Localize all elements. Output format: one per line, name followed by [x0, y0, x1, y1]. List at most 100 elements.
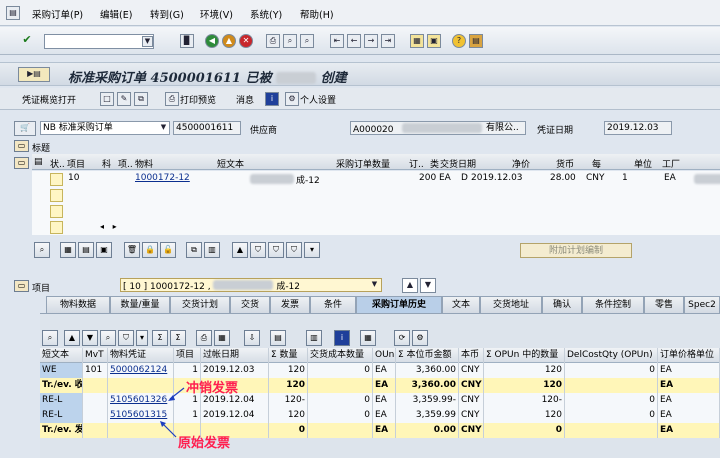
lock-icon[interactable]: 🔒	[142, 242, 158, 258]
hcol-order-price-unit[interactable]: 订单价格单位	[658, 348, 720, 363]
prev-item-icon[interactable]: ▲	[402, 278, 418, 293]
col-select-all-icon[interactable]: ▤	[34, 157, 43, 167]
history-export-icon[interactable]: ⇩	[244, 330, 260, 346]
hcol-mat-doc[interactable]: 物料凭证	[108, 348, 174, 363]
menu-environment[interactable]: 环境(V)	[200, 7, 233, 21]
items-expand-icon[interactable]: ▭	[14, 157, 29, 169]
history-config-icon[interactable]: ▦	[360, 330, 376, 346]
history-row[interactable]: RE-L 5105601326 1 2019.12.04 120- 0 EA 3,359.99…	[40, 393, 720, 408]
filter-icon[interactable]: ⛉	[250, 242, 266, 258]
hcol-posting-date[interactable]: 过帐日期	[201, 348, 269, 363]
col-per[interactable]: 每	[592, 157, 601, 170]
item-material-link[interactable]: 1000172-12	[135, 173, 190, 183]
col-account[interactable]: 科	[102, 157, 111, 170]
hcol-qty[interactable]: Σ 数量	[269, 348, 308, 363]
tab-delivery-address[interactable]: 交货地址	[480, 296, 542, 313]
history-cell-doc[interactable]: 5105601326	[108, 393, 174, 408]
hcol-opun-qty[interactable]: Σ OPUn 中的数量	[484, 348, 565, 363]
item-row[interactable]: 10 1000172-12 成-12 200 EA D 2019.12.03 2…	[64, 173, 720, 187]
item-selector[interactable]: [ 10 ] 1000172-12 , 成-12	[120, 278, 382, 292]
history-layout-icon[interactable]: ▤	[270, 330, 286, 346]
menu-system[interactable]: 系统(Y)	[250, 7, 282, 21]
unlock-icon[interactable]: 🔓	[160, 242, 176, 258]
edit-pencil-icon[interactable]: ✎	[117, 92, 131, 106]
filter-delete-icon[interactable]: ⛉	[286, 242, 302, 258]
print-icon[interactable]: ⎙	[266, 34, 280, 48]
help-icon[interactable]: ?	[452, 34, 466, 48]
col-order-unit[interactable]: 订..	[409, 157, 424, 170]
prev-page-icon[interactable]: ←	[347, 34, 361, 48]
history-cell-doc[interactable]	[108, 423, 174, 438]
tab-spec2[interactable]: Spec2	[684, 296, 720, 313]
history-info-icon[interactable]: i	[334, 330, 350, 346]
po-number-field[interactable]: 4500001611	[173, 121, 241, 135]
tab-text[interactable]: 文本	[442, 296, 480, 313]
col-po-qty[interactable]: 采购订单数量	[336, 157, 390, 170]
enter-check-icon[interactable]: ✔	[20, 34, 34, 48]
sort-asc-icon[interactable]: ▲	[232, 242, 248, 258]
menu-purchase-order[interactable]: 采购订单(P)	[32, 7, 83, 21]
hcol-oun[interactable]: OUn	[373, 348, 396, 363]
exit-icon[interactable]: ▲	[222, 34, 236, 48]
col-material[interactable]: 物料	[135, 157, 153, 170]
doc-date-field[interactable]: 2019.12.03	[604, 121, 672, 135]
new-session-icon[interactable]: ▦	[410, 34, 424, 48]
app-menu-icon[interactable]: ▤	[6, 6, 20, 20]
tab-conditions[interactable]: 条件	[310, 296, 356, 313]
new-document-icon[interactable]: □	[100, 92, 114, 106]
tab-retail[interactable]: 零售	[644, 296, 684, 313]
history-sort-desc-icon[interactable]: ▼	[82, 330, 98, 346]
save-icon[interactable]: ▉	[180, 34, 194, 48]
info-icon[interactable]: i	[265, 92, 279, 106]
hcol-local-currency[interactable]: 本币	[459, 348, 484, 363]
history-find-icon[interactable]: ⌕	[100, 330, 116, 346]
command-field[interactable]	[44, 34, 154, 49]
find-next-icon[interactable]: ⌕	[300, 34, 314, 48]
next-item-icon[interactable]: ▼	[420, 278, 436, 293]
delete-icon[interactable]: 🗑	[124, 242, 140, 258]
history-subtotal-icon[interactable]: Σ	[170, 330, 186, 346]
item-selector-dropdown-icon[interactable]: ▼	[369, 280, 380, 291]
doc-type-dropdown-icon[interactable]: ▼	[158, 122, 169, 134]
deselect-icon[interactable]: ▣	[96, 242, 112, 258]
select-block-icon[interactable]: ▤	[78, 242, 94, 258]
tab-material-data[interactable]: 物料数据	[46, 296, 110, 313]
col-currency[interactable]: 货币	[556, 157, 574, 170]
history-cell-doc[interactable]: 5000062124	[108, 363, 174, 378]
tab-quantity-weight[interactable]: 数量/重量	[110, 296, 170, 313]
back-icon[interactable]: ◀	[205, 34, 219, 48]
hcol-mvt[interactable]: MvT	[83, 348, 108, 363]
copy-icon[interactable]: ⧉	[186, 242, 202, 258]
tab-confirmation[interactable]: 确认	[542, 296, 582, 313]
command-dropdown-icon[interactable]: ▼	[142, 36, 153, 47]
history-settings-icon[interactable]: ⚙	[412, 330, 428, 346]
doc-type-select[interactable]: NB 标准采购订单	[40, 121, 170, 135]
other-document-icon[interactable]: ⧉	[134, 92, 148, 106]
scroll-left-icon[interactable]: ◂	[100, 222, 104, 231]
hcol-local-amount[interactable]: Σ 本位币金额	[396, 348, 459, 363]
col-short-text[interactable]: 短文本	[217, 157, 244, 170]
first-page-icon[interactable]: ⇤	[330, 34, 344, 48]
history-filter-dropdown-icon[interactable]: ▾	[136, 330, 148, 346]
menu-goto[interactable]: 转到(G)	[150, 7, 184, 21]
col-item-cat[interactable]: 项..	[118, 157, 133, 170]
col-item[interactable]: 项目	[67, 157, 85, 170]
row-select-cell[interactable]	[50, 173, 63, 186]
menu-help[interactable]: 帮助(H)	[300, 7, 334, 21]
history-filter-icon[interactable]: ⛉	[118, 330, 134, 346]
select-all-icon[interactable]: ▦	[60, 242, 76, 258]
vendor-field[interactable]: A000020 有限公..	[350, 121, 526, 135]
next-page-icon[interactable]: →	[364, 34, 378, 48]
cancel-icon[interactable]: ✕	[239, 34, 253, 48]
tab-delivery[interactable]: 交货	[230, 296, 270, 313]
hcol-item[interactable]: 项目	[174, 348, 201, 363]
hcol-del-cost-qty[interactable]: 交货成本数量	[308, 348, 373, 363]
item-detail-expand-icon[interactable]: ▭	[14, 280, 29, 292]
row-select-cell[interactable]	[50, 205, 63, 218]
history-graphic-icon[interactable]: ▥	[306, 330, 322, 346]
find-icon[interactable]: ⌕	[283, 34, 297, 48]
col-unit[interactable]: 单位	[634, 157, 652, 170]
history-row[interactable]: RE-L 5105601315 1 2019.12.04 120 0 EA 3,359.99 C…	[40, 408, 720, 423]
shortcut-icon[interactable]: ▣	[427, 34, 441, 48]
paste-icon[interactable]: ▥	[204, 242, 220, 258]
